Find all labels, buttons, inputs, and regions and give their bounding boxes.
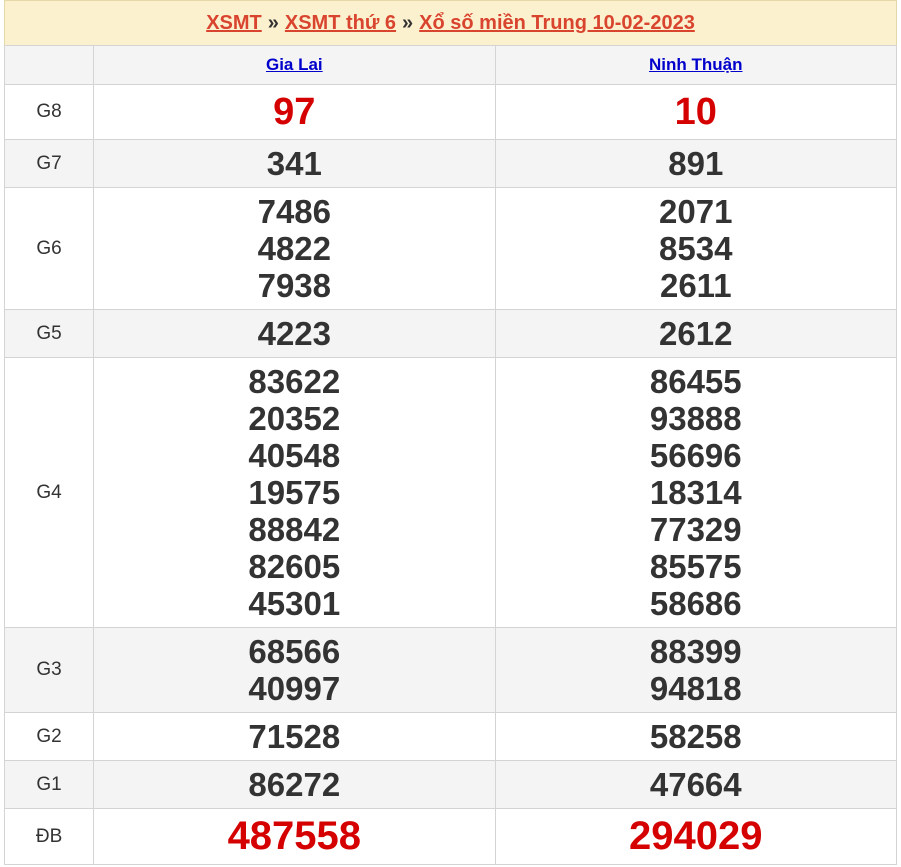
table-row: G6 7486 4822 7938 2071 8534 2611 xyxy=(3,187,898,310)
prize-cell: 2071 8534 2611 xyxy=(494,187,898,310)
prize-cell: 7486 4822 7938 xyxy=(93,187,496,310)
prize-number: 7938 xyxy=(257,267,332,304)
prize-cell: 71528 xyxy=(93,712,496,761)
prize-number: 294029 xyxy=(629,814,763,858)
prize-cell: 97 xyxy=(93,84,496,140)
prize-label: G2 xyxy=(3,712,95,761)
prize-number: 47664 xyxy=(649,766,742,803)
prize-number: 40548 xyxy=(248,437,341,474)
prize-cell: 341 xyxy=(93,139,496,188)
prize-number: 68566 xyxy=(248,633,341,670)
prize-label: G7 xyxy=(3,139,95,188)
prize-cell: 10 xyxy=(494,84,898,140)
breadcrumb: XSMT » XSMT thứ 6 » Xổ số miền Trung 10-… xyxy=(4,0,897,45)
prize-number: 4223 xyxy=(257,315,332,352)
breadcrumb-link-date[interactable]: Xổ số miền Trung 10-02-2023 xyxy=(419,12,695,35)
prize-number: 40997 xyxy=(248,670,341,707)
prize-cell: 83622 20352 40548 19575 88842 82605 45301 xyxy=(93,357,496,628)
breadcrumb-separator: » xyxy=(402,11,414,34)
prize-number: 8534 xyxy=(659,230,733,267)
results-table: Gia Lai Ninh Thuận G8 97 10 G7 341 891 G6 7486 4… xyxy=(3,45,898,865)
prize-number: 7486 xyxy=(257,193,332,230)
prize-label: G1 xyxy=(3,760,95,809)
prize-cell: 68566 40997 xyxy=(93,627,496,713)
prize-cell: 891 xyxy=(494,139,898,188)
prize-number: 85575 xyxy=(649,548,742,585)
results-container: XSMT » XSMT thứ 6 » Xổ số miền Trung 10-… xyxy=(3,0,898,865)
prize-number: 77329 xyxy=(649,511,742,548)
table-row: G4 83622 20352 40548 19575 88842 82605 45301 864… xyxy=(3,357,898,628)
prize-number: 97 xyxy=(273,90,316,133)
prize-number: 18314 xyxy=(649,474,742,511)
prize-label: G3 xyxy=(3,627,95,713)
prize-cell: 487558 xyxy=(93,808,496,865)
prize-number: 58686 xyxy=(649,585,742,622)
table-row: G3 68566 40997 88399 94818 xyxy=(3,627,898,713)
prize-cell: 294029 xyxy=(494,808,898,865)
prize-number: 19575 xyxy=(248,474,341,511)
prize-cell: 86455 93888 56696 18314 77329 85575 58686 xyxy=(494,357,898,628)
table-row: G1 86272 47664 xyxy=(3,760,898,809)
prize-number: 94818 xyxy=(649,670,742,707)
breadcrumb-link-xsmt[interactable]: XSMT xyxy=(206,12,262,35)
breadcrumb-separator: » xyxy=(267,11,279,34)
table-row: G2 71528 58258 xyxy=(3,712,898,761)
header-province-1: Gia Lai xyxy=(93,45,496,85)
prize-number: 4822 xyxy=(257,230,332,267)
prize-cell: 58258 xyxy=(494,712,898,761)
prize-number: 487558 xyxy=(227,814,362,858)
prize-cell: 86272 xyxy=(93,760,496,809)
results-body: G8 97 10 G7 341 891 G6 7486 4822 7938 2071 8534 2611… xyxy=(3,84,898,865)
table-row: G7 341 891 xyxy=(3,139,898,188)
prize-number: 45301 xyxy=(248,585,341,622)
prize-number: 86272 xyxy=(248,766,341,803)
prize-label: G5 xyxy=(3,309,95,358)
prize-number: 86455 xyxy=(649,363,742,400)
prize-number: 58258 xyxy=(649,718,742,755)
prize-label: G4 xyxy=(3,357,95,628)
prize-number: 10 xyxy=(674,90,717,133)
prize-cell: 4223 xyxy=(93,309,496,358)
table-row: G8 97 10 xyxy=(3,84,898,140)
prize-number: 88399 xyxy=(649,633,742,670)
prize-number: 20352 xyxy=(248,400,341,437)
prize-cell: 47664 xyxy=(494,760,898,809)
prize-label: G6 xyxy=(3,187,95,310)
prize-number: 341 xyxy=(266,145,322,182)
header-empty-cell xyxy=(3,45,95,85)
province-link-gia-lai[interactable]: Gia Lai xyxy=(266,55,323,74)
prize-number: 2071 xyxy=(659,193,733,230)
prize-number: 83622 xyxy=(248,363,341,400)
prize-number: 2611 xyxy=(659,267,732,304)
prize-number: 71528 xyxy=(248,718,341,755)
prize-number: 891 xyxy=(668,145,724,182)
province-link-ninh-thuan[interactable]: Ninh Thuận xyxy=(649,55,742,74)
prize-number: 2612 xyxy=(659,315,733,352)
prize-cell: 2612 xyxy=(494,309,898,358)
breadcrumb-link-xsmt-thu6[interactable]: XSMT thứ 6 xyxy=(285,12,396,35)
prize-cell: 88399 94818 xyxy=(494,627,898,713)
prize-number: 93888 xyxy=(649,400,742,437)
header-province-2: Ninh Thuận xyxy=(494,45,898,85)
table-header-row: Gia Lai Ninh Thuận xyxy=(3,45,898,85)
prize-number: 82605 xyxy=(248,548,341,585)
prize-label: G8 xyxy=(3,84,95,140)
prize-number: 88842 xyxy=(248,511,341,548)
table-row: ĐB 487558 294029 xyxy=(3,808,898,865)
prize-label: ĐB xyxy=(3,808,95,865)
prize-number: 56696 xyxy=(649,437,742,474)
table-row: G5 4223 2612 xyxy=(3,309,898,358)
